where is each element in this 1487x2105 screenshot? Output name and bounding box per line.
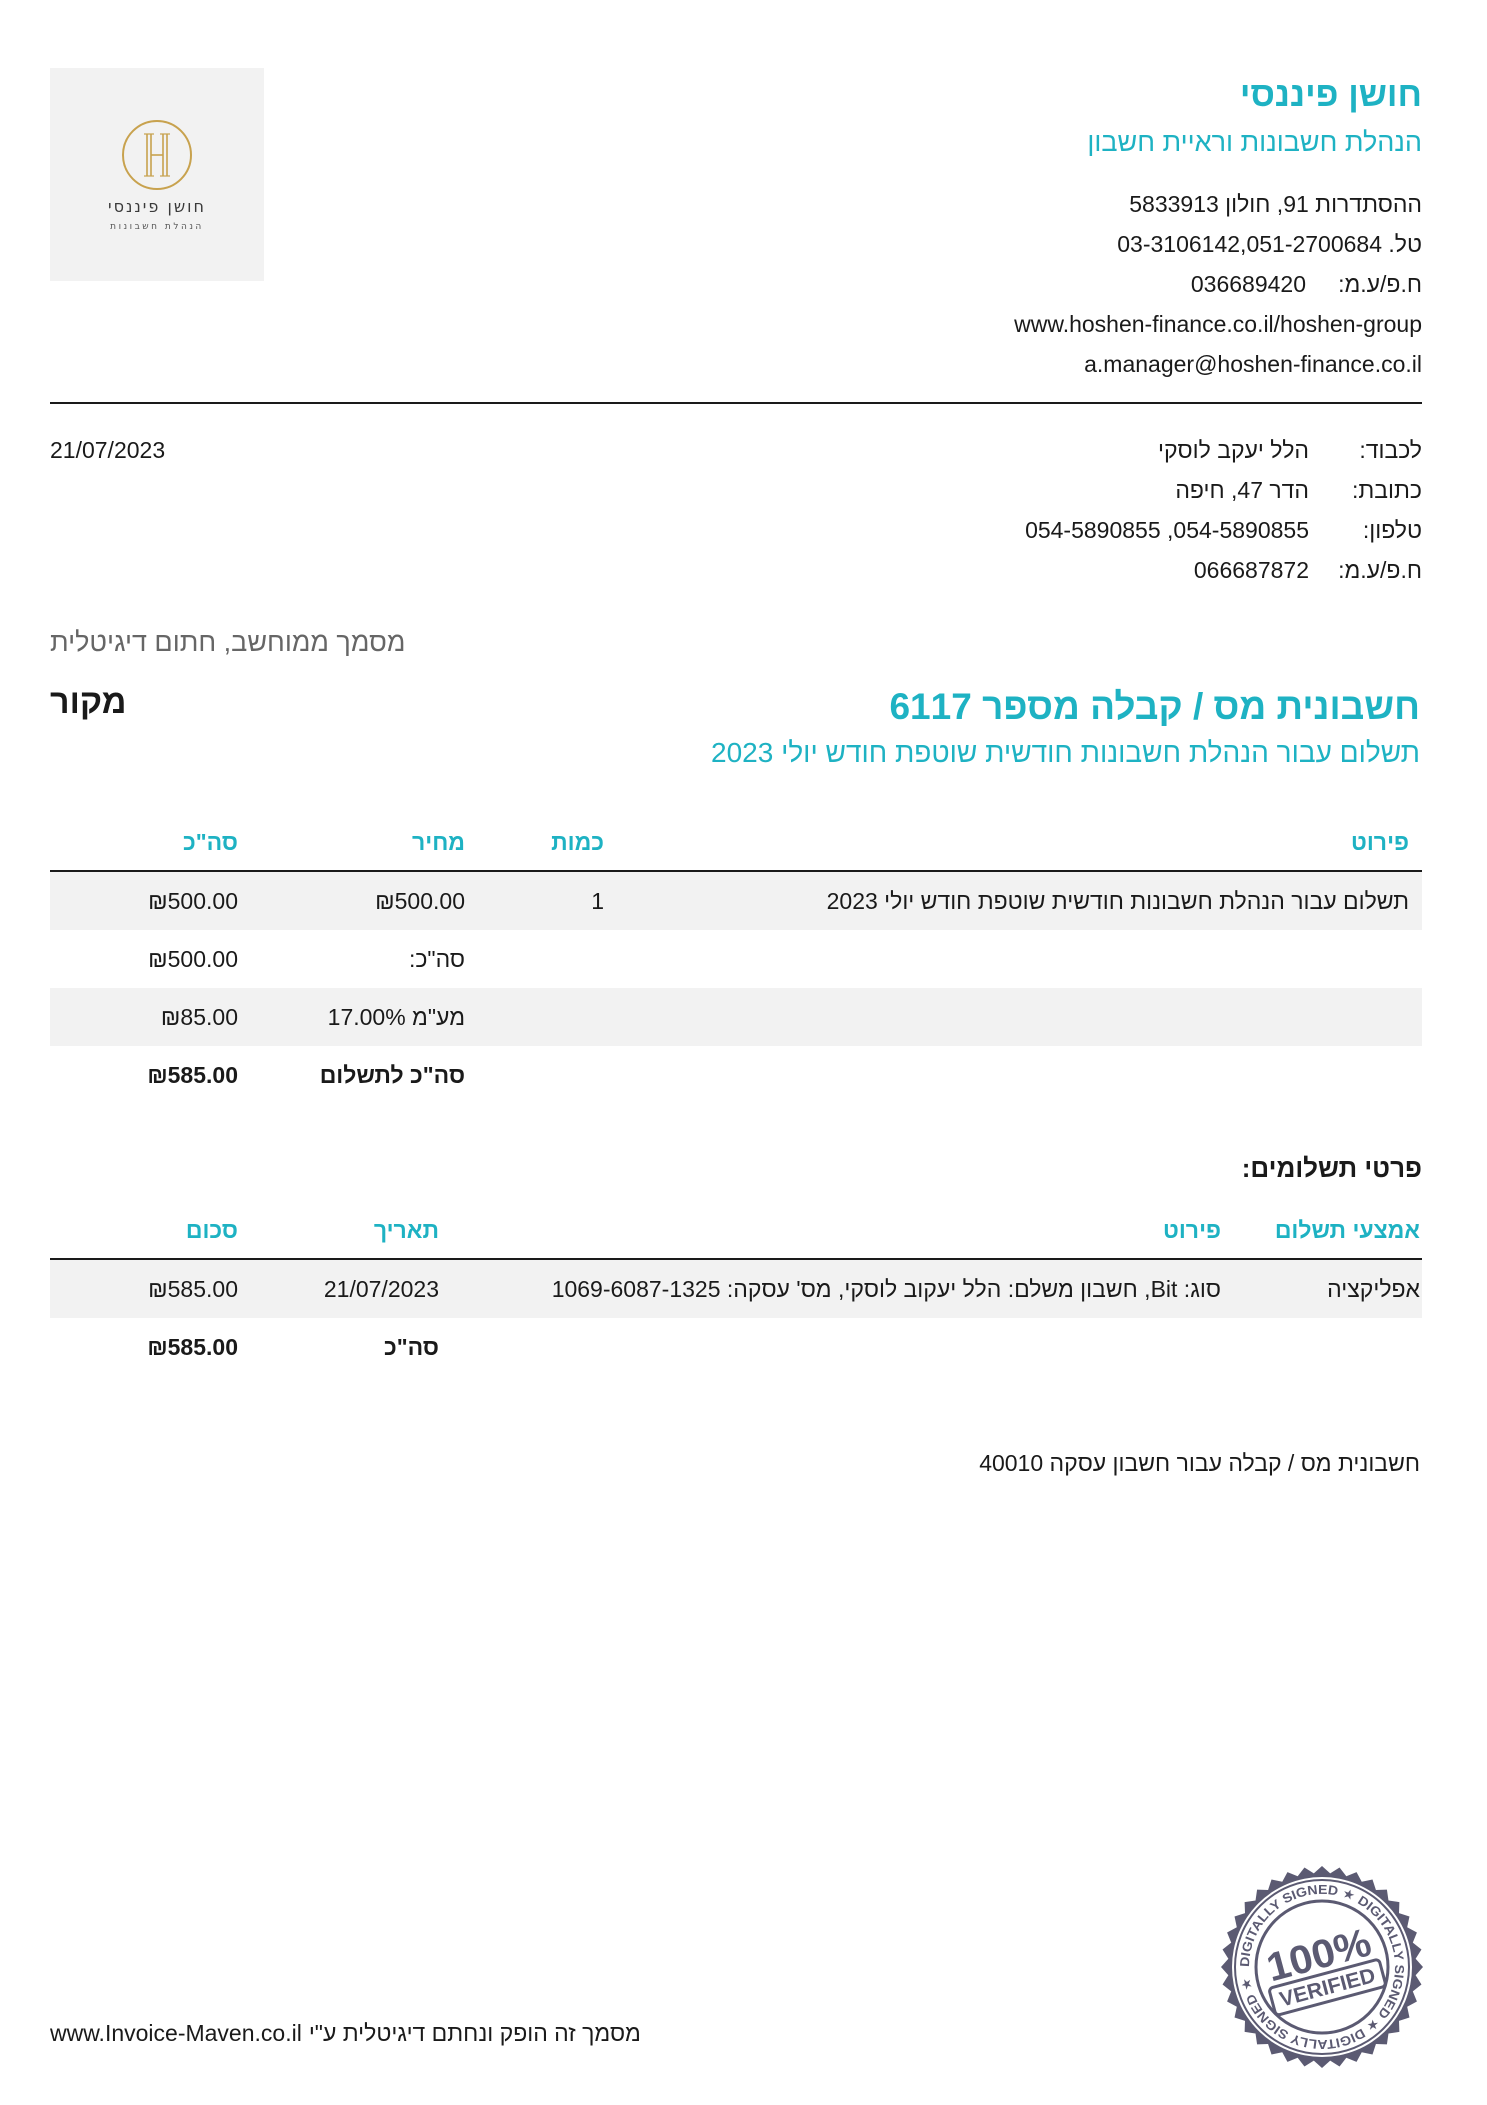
- grand-total-label: סה"כ לתשלום: [319, 1061, 465, 1088]
- digitally-signed-seal-icon: DIGITALLY SIGNED ★ DIGITALLY SIGNED ★ DI…: [1221, 1866, 1423, 2068]
- customer-details: לכבוד:הלל יעקב לוסקי כתובת:הדר 47, חיפה …: [1025, 430, 1422, 590]
- customer-address-row: כתובת: הדר 47, חיפה: [1025, 470, 1422, 510]
- vat-label: מע"מ 17.00%: [327, 1003, 465, 1030]
- table-row: ₪585.00 21/07/2023 סוג: Bit, חשבון משלם:…: [50, 1260, 1422, 1318]
- grand-total-value: ₪585.00: [147, 1061, 238, 1088]
- header-date: תאריך: [373, 1216, 439, 1243]
- company-details: ההסתדרות 91, חולון 5833913 טל. 03-310614…: [1014, 184, 1422, 384]
- invoice-page: חושן פיננסי הנהלת חשבונות חושן פיננסי הנ…: [0, 0, 1487, 2105]
- subtotal-label: סה"כ:: [408, 945, 465, 972]
- header-payment-method: אמצעי תשלום: [1274, 1216, 1420, 1243]
- items-table: סה"כ מחיר כמות פירוט ₪500.00 ₪500.00 1 ת…: [50, 815, 1422, 1104]
- transaction-footnote: חשבונית מס / קבלה עבור חשבון עסקה 40010: [979, 1450, 1420, 1476]
- monogram-icon: [122, 120, 192, 190]
- logo-tagline: הנהלת חשבונות: [110, 222, 204, 232]
- table-row: ₪500.00 ₪500.00 1 תשלום עבור הנהלת חשבונ…: [50, 872, 1422, 930]
- customer-name: הלל יעקב לוסקי: [1158, 437, 1309, 463]
- payments-table: סכום תאריך פירוט אמצעי תשלום ₪585.00 21/…: [50, 1202, 1422, 1376]
- company-phone: טל. 03-3106142,051-2700684: [1117, 231, 1422, 257]
- company-tax-id: 036689420: [1190, 271, 1306, 297]
- logo-name: חושן פיננסי: [108, 197, 206, 216]
- document-subtitle: תשלום עבור הנהלת חשבונות חודשית שוטפת חו…: [711, 737, 1420, 768]
- payments-table-header: סכום תאריך פירוט אמצעי תשלום: [50, 1202, 1422, 1260]
- subtotal-row: ₪500.00 סה"כ:: [50, 930, 1422, 988]
- header-total: סה"כ: [182, 829, 238, 855]
- document-date: 21/07/2023: [50, 437, 166, 463]
- customer-tax-id-label: ח.פ/ע.מ:: [1338, 557, 1422, 583]
- subtotal-value: ₪500.00: [148, 945, 238, 972]
- company-logo: חושן פיננסי הנהלת חשבונות: [50, 68, 264, 281]
- customer-phone-row: טלפון: 054-5890855, 054-5890855: [1025, 510, 1422, 550]
- footer-text: מסמך זה הופק ונחתם דיגיטלית ע"י: [308, 2020, 641, 2046]
- payment-amount: ₪585.00: [148, 1275, 238, 1302]
- items-table-header: סה"כ מחיר כמות פירוט: [50, 815, 1422, 872]
- header-description: פירוט: [1351, 829, 1409, 855]
- company-name: חושן פיננסי: [1239, 75, 1422, 114]
- company-email-link[interactable]: a.manager@hoshen-finance.co.il: [1014, 344, 1422, 384]
- computerized-document-note: מסמך ממוחשב, חתום דיגיטלית: [50, 627, 406, 657]
- company-tax-id-row: ח.פ/ע.מ: 036689420: [1014, 264, 1422, 304]
- item-total: ₪500.00: [148, 887, 238, 914]
- customer-tax-id-row: ח.פ/ע.מ: 066687872: [1025, 550, 1422, 590]
- vat-row: ₪85.00 מע"מ 17.00%: [50, 988, 1422, 1046]
- document-title: חשבונית מס / קבלה מספר 6117: [889, 686, 1420, 727]
- company-tax-id-label: ח.פ/ע.מ:: [1338, 271, 1422, 297]
- vat-value: ₪85.00: [160, 1003, 238, 1030]
- customer-address-label: כתובת:: [1352, 477, 1422, 503]
- customer-address: הדר 47, חיפה: [1175, 477, 1309, 503]
- payments-total-value: ₪585.00: [147, 1333, 238, 1360]
- customer-name-label: לכבוד:: [1359, 437, 1422, 463]
- payments-title: פרטי תשלומים:: [1241, 1153, 1422, 1183]
- item-quantity: 1: [591, 887, 604, 914]
- item-description: תשלום עבור הנהלת חשבונות חודשית שוטפת חו…: [826, 887, 1409, 914]
- customer-phone: 054-5890855, 054-5890855: [1025, 517, 1309, 543]
- header-price: מחיר: [412, 829, 465, 855]
- company-website-link[interactable]: www.hoshen-finance.co.il/hoshen-group: [1014, 304, 1422, 344]
- header-details: פירוט: [1163, 1216, 1221, 1243]
- company-subtitle: הנהלת חשבונות וראיית חשבון: [1087, 127, 1422, 157]
- customer-tax-id: 066687872: [1193, 557, 1309, 583]
- footer: מסמך זה הופק ונחתם דיגיטלית ע"יwww.Invoi…: [50, 2018, 641, 2048]
- payments-total-label: סה"כ: [383, 1333, 439, 1360]
- header-quantity: כמות: [551, 829, 604, 855]
- item-price: ₪500.00: [375, 887, 465, 914]
- customer-name-row: לכבוד: הלל יעקב לוסקי: [1025, 430, 1422, 470]
- header-amount: סכום: [185, 1216, 238, 1243]
- payment-method: אפליקציה: [1327, 1275, 1420, 1302]
- company-address: ההסתדרות 91, חולון 5833913: [1129, 191, 1422, 217]
- header-divider: [50, 402, 1422, 404]
- payment-details: סוג: Bit, חשבון משלם: הלל יעקוב לוסקי, מ…: [551, 1275, 1221, 1302]
- grand-total-row: ₪585.00 סה"כ לתשלום: [50, 1046, 1422, 1104]
- copy-type-label: מקור: [50, 683, 127, 721]
- payments-total-row: ₪585.00 סה"כ: [50, 1318, 1422, 1376]
- customer-phone-label: טלפון:: [1362, 517, 1422, 543]
- footer-url-link[interactable]: www.Invoice-Maven.co.il: [50, 2020, 302, 2046]
- payment-date: 21/07/2023: [323, 1275, 439, 1302]
